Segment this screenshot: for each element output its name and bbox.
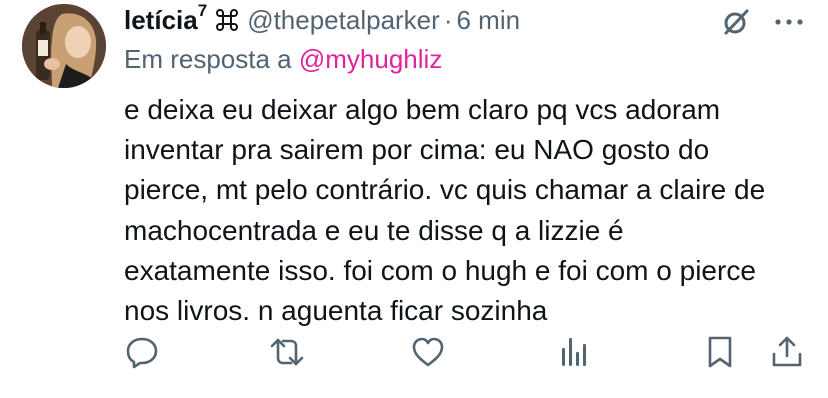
avatar[interactable] bbox=[22, 4, 106, 88]
top-actions bbox=[720, 6, 804, 38]
author-name[interactable]: letícia bbox=[124, 5, 198, 36]
tweet-text-line: e deixa eu deixar algo bem claro pq vcs … bbox=[124, 94, 721, 125]
retweet-icon bbox=[270, 338, 304, 366]
action-bar bbox=[124, 334, 804, 374]
tweet-text-line: exatamente isso. foi com o hugh e foi co… bbox=[124, 254, 756, 286]
share-icon bbox=[772, 336, 802, 367]
author-handle[interactable]: @thepetalparker bbox=[247, 5, 440, 36]
reply-prefix: Em resposta a bbox=[124, 44, 292, 74]
reply-button[interactable] bbox=[124, 334, 160, 370]
timestamp[interactable]: 6 min bbox=[456, 5, 520, 36]
like-button[interactable] bbox=[410, 334, 446, 370]
analytics-icon bbox=[562, 338, 586, 366]
more-options-icon[interactable] bbox=[774, 17, 804, 27]
reply-icon bbox=[126, 337, 158, 369]
retweet-button[interactable] bbox=[268, 334, 306, 370]
views-button[interactable] bbox=[556, 334, 592, 370]
reply-context: Em resposta a @myhughliz bbox=[124, 44, 442, 76]
cross-knot-icon bbox=[215, 8, 239, 32]
tweet-text-line: inventar pra sairem por cima: eu NAO gos… bbox=[124, 134, 710, 166]
avatar-photo bbox=[22, 4, 106, 88]
tweet: letícia 7 @thepetalparker · 6 min Em res… bbox=[0, 0, 828, 398]
heart-icon bbox=[412, 337, 444, 367]
tweet-text-line: pierce, mt pelo contrário. vc quis chama… bbox=[124, 174, 766, 206]
author-name-superscript: 7 bbox=[197, 1, 208, 20]
tweet-text-line: machocentrada e eu te disse q a lizzie é bbox=[124, 214, 624, 246]
bookmark-button[interactable] bbox=[702, 334, 738, 370]
share-button[interactable] bbox=[770, 334, 804, 370]
tweet-text: e deixa eu deixar algo bem claro pq vcs … bbox=[124, 90, 814, 331]
tweet-text-line: nos livros. n aguenta ficar sozinha bbox=[124, 295, 548, 327]
grok-icon[interactable] bbox=[720, 6, 752, 38]
tweet-header: letícia 7 @thepetalparker · 6 min bbox=[124, 1, 520, 38]
separator-dot: · bbox=[443, 4, 453, 35]
bookmark-icon bbox=[708, 336, 732, 368]
reply-mention-link[interactable]: @myhughliz bbox=[299, 44, 442, 74]
